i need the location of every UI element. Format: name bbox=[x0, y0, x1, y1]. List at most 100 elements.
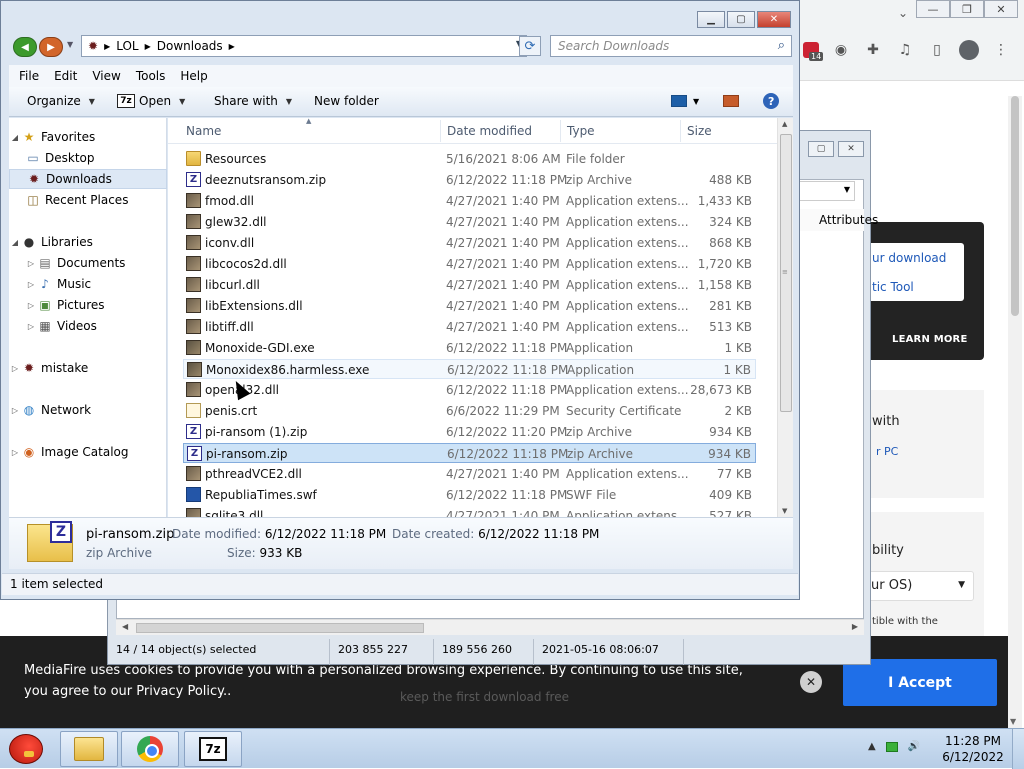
nav-documents[interactable]: ▷ ▤ Documents bbox=[9, 253, 167, 273]
file-row[interactable]: libtiff.dll 4/27/2021 1:40 PM Application … bbox=[183, 317, 756, 337]
os-select[interactable]: ur OS) ▼ bbox=[864, 571, 974, 601]
browser-restore-button[interactable]: ❐ bbox=[950, 0, 984, 18]
accept-cookies-button[interactable]: I Accept bbox=[843, 659, 997, 706]
sevenzip-maximize-button[interactable]: ▢ bbox=[808, 141, 834, 157]
column-divider[interactable] bbox=[680, 120, 681, 142]
file-row[interactable]: libExtensions.dll 4/27/2021 1:40 PM Applic… bbox=[183, 296, 756, 316]
help-icon[interactable]: ? bbox=[763, 93, 780, 109]
forward-button[interactable]: ▶ bbox=[39, 37, 63, 57]
refresh-button[interactable]: ⟳ bbox=[519, 36, 541, 56]
expand-icon[interactable]: ◢ bbox=[9, 238, 21, 247]
file-row[interactable]: sqlite3.dll 4/27/2021 1:40 PM Application … bbox=[183, 506, 756, 517]
expand-icon[interactable]: ◢ bbox=[9, 133, 21, 142]
file-row[interactable]: libcurl.dll 4/27/2021 1:40 PM Application … bbox=[183, 275, 756, 295]
menu-tools[interactable]: Tools bbox=[136, 69, 166, 83]
menu-kebab-icon[interactable]: ⋮ bbox=[991, 40, 1011, 60]
puzzle-icon[interactable]: ✚ bbox=[863, 40, 883, 60]
collapse-icon[interactable]: ▷ bbox=[25, 259, 37, 268]
menu-view[interactable]: View bbox=[92, 69, 120, 83]
taskbar-explorer[interactable] bbox=[60, 731, 118, 767]
file-list-scrollbar[interactable]: ▲ ≡ ▼ bbox=[777, 118, 793, 517]
nav-desktop[interactable]: ▭ Desktop bbox=[9, 148, 167, 168]
tool-link[interactable]: tic Tool bbox=[872, 280, 914, 294]
file-row[interactable]: Monoxidex86.harmless.exe 6/12/2022 11:18 … bbox=[183, 359, 756, 379]
share-with-button[interactable]: Share with ▼ bbox=[214, 94, 292, 108]
collapse-icon[interactable]: ▷ bbox=[25, 322, 37, 331]
volume-icon[interactable]: 🔊 bbox=[908, 741, 920, 752]
nav-mistake[interactable]: ▷ ✹ mistake bbox=[9, 358, 167, 378]
menu-help[interactable]: Help bbox=[180, 69, 207, 83]
file-row[interactable]: fmod.dll 4/27/2021 1:40 PM Application ext… bbox=[183, 191, 756, 211]
nav-recent-places[interactable]: ◫ Recent Places bbox=[9, 190, 167, 210]
file-row[interactable]: Monoxide-GDI.exe 6/12/2022 11:18 PM Applic… bbox=[183, 338, 756, 358]
column-header-type[interactable]: Type bbox=[567, 124, 595, 138]
nav-image-catalog[interactable]: ▷ ◉ Image Catalog bbox=[9, 442, 167, 462]
nav-pictures[interactable]: ▷ ▣ Pictures bbox=[9, 295, 167, 315]
breadcrumb-separator-icon[interactable]: ▶ bbox=[104, 42, 110, 51]
extension-icon[interactable]: 14 bbox=[803, 42, 824, 61]
menu-file[interactable]: File bbox=[19, 69, 39, 83]
address-bar[interactable]: ✹ ▶ LOL ▶ Downloads ▶ ▼ bbox=[81, 35, 527, 57]
file-row[interactable]: RepubliaTimes.swf 6/12/2022 11:18 PM SWF F… bbox=[183, 485, 756, 505]
scroll-up-icon[interactable]: ▲ bbox=[782, 120, 787, 128]
taskbar-7zip[interactable]: 7z bbox=[184, 731, 242, 767]
taskbar-chrome[interactable] bbox=[121, 731, 179, 767]
file-row[interactable]: Resources 5/16/2021 8:06 AM File folder bbox=[183, 149, 756, 169]
learn-more-button[interactable]: LEARN MORE bbox=[892, 334, 967, 345]
file-row[interactable]: pthreadVCE2.dll 4/27/2021 1:40 PM Applicat… bbox=[183, 464, 756, 484]
page-scrollbar[interactable]: ▼ bbox=[1008, 96, 1022, 728]
file-row[interactable]: penis.crt 6/6/2022 11:29 PM Security Certi… bbox=[183, 401, 756, 421]
cookie-close-button[interactable]: ✕ bbox=[800, 671, 822, 693]
flag-extension-icon[interactable]: ◉ bbox=[831, 40, 851, 60]
show-desktop-button[interactable] bbox=[1012, 729, 1024, 769]
file-row[interactable]: Zpi-ransom (1).zip 6/12/2022 11:20 PM zip … bbox=[183, 422, 756, 442]
nav-downloads[interactable]: ✹ Downloads bbox=[9, 169, 167, 189]
sevenzip-close-button[interactable]: ✕ bbox=[838, 141, 864, 157]
tab-search-icon[interactable]: ⌄ bbox=[898, 6, 908, 20]
nav-network[interactable]: ▷ ◍ Network bbox=[9, 400, 167, 420]
breadcrumb-lol[interactable]: LOL bbox=[116, 39, 138, 53]
sevenzip-hscrollbar[interactable]: ◀ ▶ bbox=[116, 619, 864, 635]
column-divider[interactable] bbox=[560, 120, 561, 142]
nav-favorites[interactable]: ◢ ★ Favorites bbox=[9, 127, 167, 147]
collapse-icon[interactable]: ▷ bbox=[25, 301, 37, 310]
back-button[interactable]: ◀ bbox=[13, 37, 37, 57]
nav-music[interactable]: ▷ ♪ Music bbox=[9, 274, 167, 294]
collapse-icon[interactable]: ▷ bbox=[9, 364, 21, 373]
file-row[interactable]: glew32.dll 4/27/2021 1:40 PM Application e… bbox=[183, 212, 756, 232]
file-row[interactable]: libcocos2d.dll 4/27/2021 1:40 PM Applicati… bbox=[183, 254, 756, 274]
breadcrumb-separator-icon[interactable]: ▶ bbox=[229, 42, 235, 51]
browser-minimize-button[interactable]: — bbox=[916, 0, 950, 18]
clock[interactable]: 11:28 PM 6/12/2022 bbox=[940, 733, 1006, 765]
show-hidden-icons[interactable]: ▲ bbox=[868, 741, 876, 752]
scroll-left-icon[interactable]: ◀ bbox=[122, 622, 128, 631]
start-button[interactable] bbox=[4, 729, 48, 769]
sevenzip-path-combo[interactable]: ▼ bbox=[798, 181, 855, 201]
scroll-right-icon[interactable]: ▶ bbox=[852, 622, 858, 631]
nav-videos[interactable]: ▷ ▦ Videos bbox=[9, 316, 167, 336]
preview-pane-icon[interactable] bbox=[723, 95, 740, 107]
organize-button[interactable]: Organize ▼ bbox=[27, 94, 95, 108]
network-icon[interactable] bbox=[885, 741, 898, 752]
collapse-icon[interactable]: ▷ bbox=[9, 406, 21, 415]
column-divider[interactable] bbox=[440, 120, 441, 142]
sevenzip-hscroll-thumb[interactable] bbox=[136, 623, 424, 633]
nav-libraries[interactable]: ◢ ● Libraries bbox=[9, 232, 167, 252]
open-button[interactable]: 7z Open ▼ bbox=[117, 94, 185, 108]
file-row[interactable]: iconv.dll 4/27/2021 1:40 PM Application ex… bbox=[183, 233, 756, 253]
side-panel-icon[interactable]: ▯ bbox=[927, 40, 947, 60]
collapse-icon[interactable]: ▷ bbox=[25, 280, 37, 289]
file-row[interactable]: Zdeeznutsransom.zip 6/12/2022 11:18 PM zip… bbox=[183, 170, 756, 190]
collapse-icon[interactable]: ▷ bbox=[9, 448, 21, 457]
column-header-date[interactable]: Date modified bbox=[447, 124, 532, 138]
info-card-link[interactable]: r PC bbox=[876, 445, 898, 458]
media-icon[interactable]: ♫ bbox=[895, 40, 915, 60]
chevron-down-icon[interactable]: ▼ bbox=[693, 97, 699, 106]
maximize-button[interactable]: ▢ bbox=[727, 11, 755, 28]
breadcrumb-downloads[interactable]: Downloads bbox=[157, 39, 223, 53]
breadcrumb-separator-icon[interactable]: ▶ bbox=[145, 42, 151, 51]
column-header-size[interactable]: Size bbox=[687, 124, 712, 138]
change-view-icon[interactable] bbox=[671, 95, 687, 107]
download-link[interactable]: ur download bbox=[872, 251, 946, 265]
column-header-name[interactable]: Name bbox=[186, 124, 221, 138]
